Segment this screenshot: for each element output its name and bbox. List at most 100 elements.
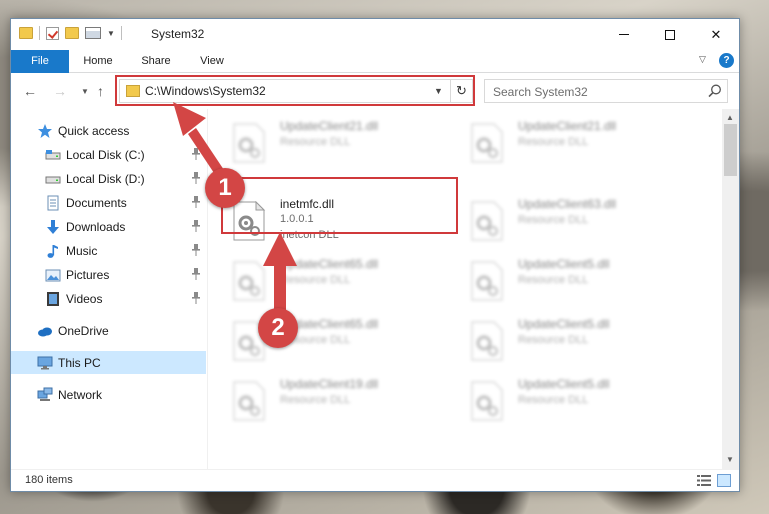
sidebar-item-documents[interactable]: Documents (11, 191, 206, 214)
file-tile[interactable]: UpdateClient5.dll Resource DLL (446, 253, 676, 307)
pictures-icon (45, 269, 61, 282)
sidebar-item-music[interactable]: Music (11, 239, 206, 262)
minimize-icon (619, 34, 629, 35)
minimize-button[interactable] (601, 19, 647, 50)
tab-share[interactable]: Share (127, 50, 185, 73)
cloud-icon (38, 327, 52, 337)
sidebar-item-onedrive[interactable]: OneDrive (11, 319, 206, 342)
search-icon[interactable] (707, 83, 723, 99)
properties-check-icon[interactable] (46, 26, 59, 40)
sidebar-item-label: Downloads (66, 220, 126, 234)
file-name: UpdateClient5.dll (518, 257, 610, 271)
sidebar-item-downloads[interactable]: Downloads (11, 215, 206, 238)
file-description: Resource DLL (518, 214, 589, 226)
navigation-bar: ← → ▼ ↑ C:\Windows\System32 ▼ ↻ Search S… (11, 73, 739, 109)
file-tile[interactable]: UpdateClient5.dll Resource DLL (446, 373, 676, 427)
details-view-icon[interactable] (697, 474, 711, 487)
tab-home[interactable]: Home (69, 50, 127, 73)
dll-file-icon (233, 261, 265, 301)
file-name: UpdateClient21.dll (518, 119, 617, 133)
file-description: Resource DLL (280, 274, 351, 286)
forward-arrow-icon[interactable]: → (53, 83, 67, 99)
file-description: Resource DLL (280, 394, 351, 406)
scroll-down-icon[interactable]: ▼ (726, 455, 734, 464)
pin-icon (192, 172, 200, 184)
vertical-scrollbar[interactable]: ▲ ▼ (722, 109, 739, 469)
sidebar-item-label: Network (58, 388, 103, 402)
sidebar-item-label: Music (66, 244, 98, 258)
file-tile[interactable]: UpdateClient63.dll Resource DLL (446, 193, 676, 247)
customize-toolbar-chevron-icon[interactable]: ▼ (107, 29, 115, 38)
sidebar-item-pictures[interactable]: Pictures (11, 263, 206, 286)
file-tile[interactable]: UpdateClient65.dll Resource DLL (208, 313, 438, 367)
pin-icon (192, 244, 200, 256)
navigation-pane: Quick access Local Disk (C:) Local Disk … (11, 109, 207, 469)
pin-icon (192, 268, 200, 280)
downloads-icon (47, 220, 59, 234)
step-badge-1: 1 (205, 168, 245, 208)
dll-file-icon (233, 123, 265, 163)
network-icon (37, 387, 53, 401)
file-name: UpdateClient63.dll (518, 197, 617, 211)
file-description: Resource DLL (518, 394, 589, 406)
file-tile[interactable]: UpdateClient21.dll Resource DLL (446, 115, 676, 169)
sidebar-item-videos[interactable]: Videos (11, 287, 206, 310)
dll-file-icon (471, 261, 503, 301)
file-name: UpdateClient21.dll (280, 119, 379, 133)
sidebar-item-label: Local Disk (C:) (66, 148, 145, 162)
recent-locations-chevron-icon[interactable]: ▼ (81, 87, 89, 96)
dll-file-icon (471, 321, 503, 361)
address-highlight-box (115, 75, 475, 106)
file-highlight-box (221, 177, 458, 234)
tab-view[interactable]: View (185, 50, 239, 73)
file-tile[interactable]: UpdateClient21.dll Resource DLL (208, 115, 438, 169)
sidebar-item-this-pc[interactable]: This PC (11, 351, 206, 374)
videos-icon (47, 292, 59, 306)
scrollbar-thumb[interactable] (724, 124, 737, 176)
quick-access-toolbar: ▼ (19, 26, 122, 40)
file-description: Resource DLL (518, 334, 589, 346)
search-placeholder: Search System32 (493, 85, 588, 99)
file-description: Resource DLL (280, 136, 351, 148)
sidebar-item-label: This PC (58, 356, 101, 370)
pin-icon (192, 148, 200, 160)
file-tile[interactable]: UpdateClient65.dll Resource DLL (208, 253, 438, 307)
drive-icon (45, 150, 61, 160)
file-tile[interactable]: UpdateClient5.dll Resource DLL (446, 313, 676, 367)
pin-icon (192, 196, 200, 208)
search-input[interactable]: Search System32 (484, 79, 728, 103)
scroll-up-icon[interactable]: ▲ (726, 113, 734, 122)
music-icon (47, 245, 58, 258)
window-title: System32 (151, 27, 205, 41)
file-name: UpdateClient19.dll (280, 377, 379, 391)
pin-icon (192, 220, 200, 232)
new-folder-icon[interactable] (65, 27, 79, 39)
title-bar: ▼ System32 ✕ (11, 19, 739, 50)
sidebar-item-local-disk-d[interactable]: Local Disk (D:) (11, 167, 206, 190)
sidebar-item-network[interactable]: Network (11, 383, 206, 406)
sidebar-item-label: Documents (66, 196, 127, 210)
tiles-view-icon[interactable] (717, 474, 731, 487)
file-name: UpdateClient65.dll (280, 257, 379, 271)
sidebar-item-local-disk-c[interactable]: Local Disk (C:) (11, 143, 206, 166)
status-bar: 180 items (11, 469, 739, 491)
expand-ribbon-chevron-icon[interactable]: ▽ (699, 54, 706, 65)
explorer-window: ▼ System32 ✕ File Home Share View ▽ ? ← … (10, 18, 740, 492)
documents-icon (47, 195, 59, 211)
item-count: 180 items (25, 474, 73, 486)
up-arrow-icon[interactable]: ↑ (97, 83, 104, 99)
file-tile[interactable]: UpdateClient19.dll Resource DLL (208, 373, 438, 427)
maximize-button[interactable] (647, 19, 693, 50)
view-properties-icon[interactable] (85, 27, 101, 39)
sidebar-item-quick-access[interactable]: Quick access (11, 119, 206, 142)
sidebar-item-label: Quick access (58, 124, 130, 138)
back-arrow-icon[interactable]: ← (23, 83, 37, 99)
help-icon[interactable]: ? (719, 53, 734, 68)
close-button[interactable]: ✕ (693, 19, 739, 50)
file-description: Resource DLL (518, 136, 589, 148)
sidebar-item-label: Videos (66, 292, 103, 306)
drive-icon (45, 176, 61, 184)
dll-file-icon (233, 381, 265, 421)
tab-file[interactable]: File (11, 50, 69, 73)
file-name: UpdateClient5.dll (518, 317, 610, 331)
